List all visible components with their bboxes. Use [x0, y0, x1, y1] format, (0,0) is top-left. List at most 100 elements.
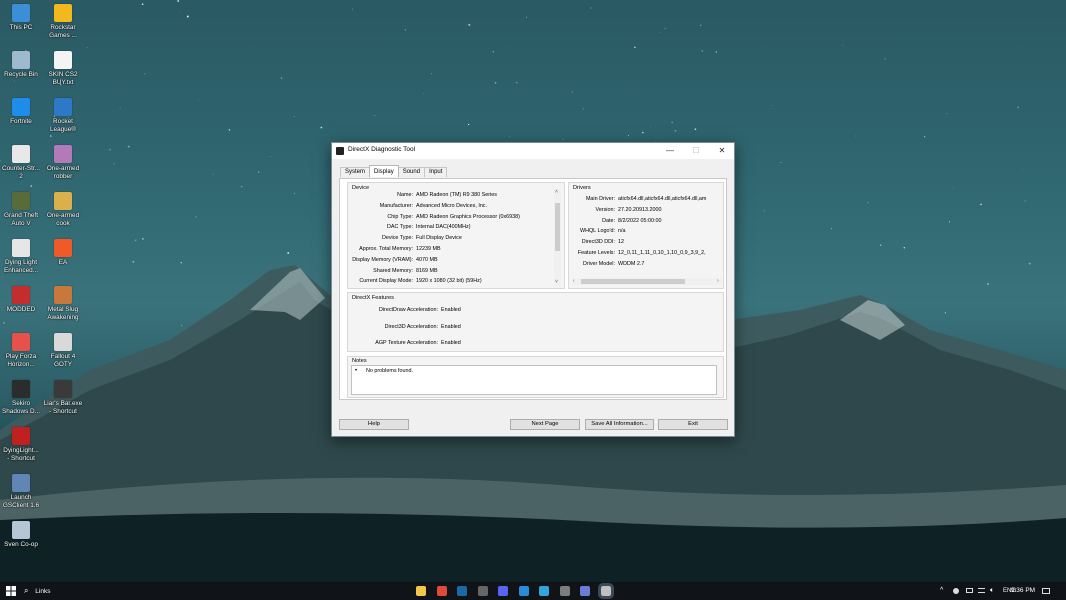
desktop-icon[interactable]: EA — [41, 239, 85, 267]
volume-icon[interactable]: 🔈︎ — [990, 582, 1000, 600]
desktop-icon[interactable]: Sven Co-op — [0, 521, 43, 549]
hscrollbar-thumb[interactable] — [581, 279, 685, 284]
driver-row-label: Main Driver: — [585, 196, 615, 202]
star — [674, 129, 677, 132]
tab-input[interactable]: Input — [424, 167, 448, 177]
help-button[interactable]: Help — [339, 419, 409, 430]
desktop-icon[interactable]: Rocket League® — [41, 98, 85, 134]
app-circle-icon[interactable] — [580, 586, 590, 596]
star — [374, 115, 376, 116]
star — [671, 121, 673, 123]
star — [571, 91, 573, 93]
driver-row-label: Date: — [602, 217, 615, 224]
scroll-right-icon[interactable]: › — [717, 278, 719, 285]
close-button[interactable]: ✕ — [710, 143, 734, 159]
device-row-label: Current Display Mode: — [359, 278, 413, 285]
notifications-icon[interactable] — [1042, 582, 1054, 600]
network-icon-2[interactable] — [978, 582, 988, 600]
steam-tray-icon[interactable] — [953, 582, 963, 600]
title-bar[interactable]: DirectX Diagnostic Tool — ☐ ✕ — [332, 143, 734, 159]
star — [258, 171, 260, 173]
desktop-icon[interactable]: Dying Light Enhanced... — [0, 239, 43, 275]
next-page-button[interactable]: Next Page — [510, 419, 580, 430]
star — [468, 23, 471, 26]
desktop-icon[interactable]: Sekiro Shadows D... — [0, 380, 43, 416]
driver-row-label: Feature Levels: — [577, 250, 615, 256]
desktop-icon[interactable]: One-armed cook — [41, 192, 85, 228]
tab-sound[interactable]: Sound — [397, 167, 426, 177]
clock[interactable]: 9:36 PM — [1008, 582, 1038, 600]
chrome-icon[interactable] — [436, 586, 447, 596]
taskbar: ⌕ Links ^ 🔈︎ ENG 9:36 PM — [0, 582, 1066, 600]
display-tab-panel: Device Name: AMD Radeon (TM) R9 380 Serie… — [339, 178, 727, 400]
desktop-icon[interactable]: MODDED — [0, 286, 43, 314]
taskbar-search[interactable]: ⌕ Links — [24, 582, 84, 600]
desktop-icon[interactable]: Grand Theft Auto V — [0, 192, 43, 228]
desktop-icon[interactable]: Launch GSClient 1.6 — [0, 474, 43, 510]
desktop-icon[interactable]: SKIN CS2 BUY.txt — [41, 51, 85, 87]
desktop-icon-label: Liar's Bar.exe - Shortcut — [43, 400, 83, 415]
app-icon[interactable] — [477, 586, 488, 596]
scrollbar-thumb[interactable] — [555, 203, 560, 251]
network-icon[interactable] — [966, 582, 976, 600]
steam-icon[interactable] — [457, 586, 467, 596]
device-group-title: Device — [352, 185, 370, 191]
gpu-icon[interactable] — [559, 586, 570, 596]
star — [664, 27, 666, 30]
start-button[interactable] — [4, 582, 18, 600]
minimize-button[interactable]: — — [658, 143, 682, 159]
star — [562, 138, 564, 140]
tab-system[interactable]: System — [340, 167, 371, 177]
directx-diagnostic-window: DirectX Diagnostic Tool — ☐ ✕ System Dis… — [331, 142, 735, 437]
tray-overflow-chevron-icon[interactable]: ^ — [940, 582, 943, 600]
scroll-up-icon[interactable]: ˄ — [555, 189, 558, 196]
notes-textbox[interactable]: • No problems found. — [351, 365, 717, 395]
browser-icon[interactable] — [518, 586, 529, 596]
exit-button[interactable]: Exit — [658, 419, 728, 430]
star — [109, 148, 111, 151]
device-row-label: Display Memory (VRAM): — [352, 256, 413, 263]
desktop-icon[interactable]: Fortnite — [0, 98, 43, 126]
file-explorer-icon[interactable] — [416, 586, 426, 596]
dxdiag-app-icon — [336, 147, 344, 155]
desktop-icon[interactable]: Liar's Bar.exe - Shortcut — [41, 380, 85, 416]
star — [884, 58, 886, 60]
desktop-icon[interactable]: Recycle Bin — [0, 51, 43, 79]
device-row-value: 4070 MB — [416, 256, 438, 263]
desktop-icon[interactable]: One-armed robber — [41, 145, 85, 181]
star — [269, 156, 271, 157]
star — [423, 93, 425, 94]
star — [179, 11, 181, 13]
tab-display[interactable]: Display — [369, 165, 399, 177]
star — [694, 128, 697, 131]
star — [134, 239, 137, 242]
drivers-hscrollbar[interactable]: ‹ › — [572, 278, 722, 285]
star — [650, 126, 651, 128]
scroll-down-icon[interactable]: ˅ — [555, 279, 558, 286]
device-scrollbar[interactable]: ˄ ˅ — [554, 189, 561, 287]
save-all-information-button[interactable]: Save All Information... — [585, 419, 654, 430]
ubisoft-icon[interactable] — [539, 586, 549, 596]
features-group-title: DirectX Features — [352, 295, 394, 301]
desktop-icon[interactable]: Metal Slug Awakening — [41, 286, 85, 322]
star — [700, 24, 702, 26]
scroll-left-icon[interactable]: ‹ — [573, 278, 575, 285]
device-row-value: AMD Radeon Graphics Processor (0x6938) — [416, 213, 520, 220]
shortcut-icon — [12, 239, 30, 257]
star — [144, 73, 146, 75]
desktop-icon[interactable]: Rockstar Games ... — [41, 4, 85, 40]
desktop-icon[interactable]: Play Forza Horizon... — [0, 333, 43, 369]
driver-row-value: n/a — [618, 228, 626, 235]
notes-group-title: Notes — [352, 358, 367, 364]
star — [831, 228, 833, 230]
desktop-icon[interactable]: This PC — [0, 4, 43, 32]
maximize-button[interactable]: ☐ — [684, 143, 708, 159]
desktop-icon[interactable]: Counter-Str... 2 — [0, 145, 43, 181]
desktop-icon[interactable]: Fallout 4 GOTY — [41, 333, 85, 369]
discord-icon[interactable] — [498, 586, 508, 596]
star — [697, 2, 698, 3]
shortcut-icon — [12, 286, 30, 304]
shortcut-icon — [54, 4, 72, 22]
dxdiag-icon[interactable] — [597, 583, 614, 599]
desktop-icon[interactable]: DyingLight... - Shortcut — [0, 427, 43, 463]
